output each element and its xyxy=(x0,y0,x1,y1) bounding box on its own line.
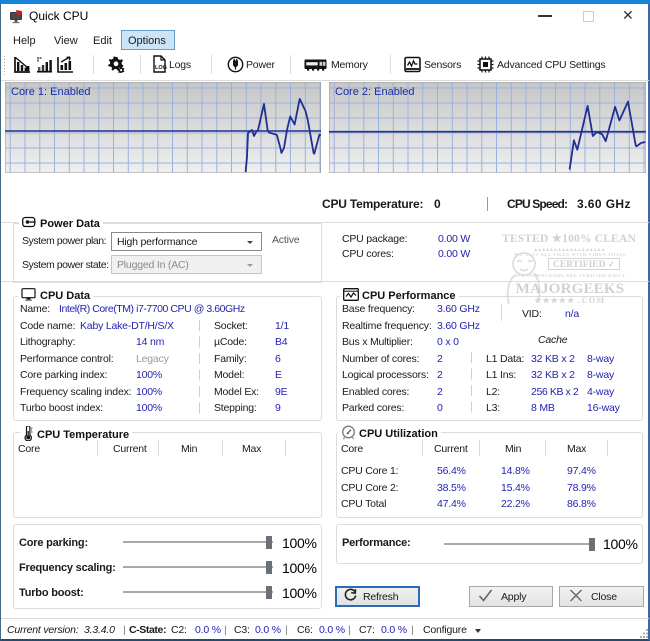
svg-text:LOG: LOG xyxy=(155,65,167,71)
